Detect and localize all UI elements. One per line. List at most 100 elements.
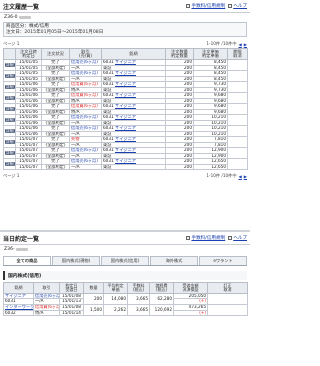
stock-code: 6031 [103, 92, 114, 98]
tab-foreign-stock[interactable]: 海外株式 [150, 256, 198, 265]
order-expiry [227, 136, 248, 149]
order-trade: 信用売(6ヶ月) [69, 114, 102, 121]
detail-button[interactable]: 詳細 [5, 161, 15, 166]
stock-name-link[interactable]: サイジニア [115, 160, 136, 164]
order-date-2: 15/01/06 [15, 108, 42, 116]
prev-page-button-bottom[interactable]: ◀ [239, 173, 242, 179]
prev-page-button[interactable]: ◀ [239, 41, 242, 47]
account-number: Z36-0 [0, 13, 250, 21]
order-date-2: 15/01/07 [15, 163, 42, 171]
detail-button-cell: 詳細 [3, 114, 16, 127]
tab-domestic-margin[interactable]: 国内株式(信用) [101, 256, 149, 265]
exec-date-2: 15/01/14 [59, 309, 84, 317]
executions-title: 当日約定一覧 [3, 235, 40, 243]
detail-button[interactable]: 詳細 [5, 62, 15, 67]
order-history-title-bar: 注文履歴一覧 手数料/信用規制 ヘルプ [0, 0, 250, 13]
stock-code: 6031 [103, 147, 114, 153]
order-date-2: 15/01/05 [15, 75, 42, 83]
order-expiry [227, 81, 248, 94]
order-history-links: 手数料/信用規制 ヘルプ [186, 3, 247, 9]
stock-code: 6031 [103, 136, 114, 142]
stock-name-link[interactable]: サイジニア [115, 105, 136, 109]
executions-table: 銘柄 取引 約定日 受渡日 数量 平均約定 単価 手数料 (税込) 諸経費 (税込) 受… [3, 282, 248, 317]
order-expiry [227, 92, 248, 105]
detail-button[interactable]: 詳細 [5, 117, 15, 122]
detail-button[interactable]: 詳細 [5, 106, 15, 111]
condition-date-range: 注文日：2015年01月05日～2015年01月08日 [6, 30, 104, 35]
masked-account-digits [18, 15, 31, 19]
stock-name-link[interactable]: サイジニア [115, 127, 136, 131]
order-date-2: 15/01/06 [15, 119, 42, 127]
order-expiry [227, 59, 248, 72]
tab-ewarrant[interactable]: eワラント [199, 256, 247, 265]
exec-cost: 62,280 [149, 292, 174, 306]
detail-button[interactable]: 詳細 [5, 139, 15, 144]
order-date: 15/01/05 [15, 59, 42, 66]
help-icon [228, 236, 233, 240]
detail-button[interactable]: 詳細 [5, 84, 15, 89]
exec-stock-link[interactable]: サイジニア [5, 294, 26, 298]
tab-domestic-cash[interactable]: 国内株式(現物) [52, 256, 100, 265]
exec-stock-link[interactable]: インターワークス [5, 305, 33, 309]
order-status-2: (全部約定) [41, 86, 70, 94]
order-expiry [227, 103, 248, 116]
col2-amount: 受渡金額 決済損益 [173, 282, 208, 294]
fee-regulation-link-2[interactable]: 手数料/信用規制 [186, 235, 225, 241]
next-page-button[interactable]: ▶ [244, 41, 247, 47]
masked-account-digits-2 [15, 248, 28, 251]
col-trade: 取引 (売/買) [69, 47, 102, 61]
exec-pl: (+) [173, 309, 208, 317]
order-trade: 信用売(6ヶ月) [69, 158, 102, 165]
order-history-title: 注文履歴一覧 [3, 3, 40, 11]
exec-price: 14,080 [103, 292, 128, 306]
exec-cost: 120,692 [149, 303, 174, 317]
tab-all-products[interactable]: 全ての商品 [3, 256, 51, 265]
fee-regulation-link[interactable]: 手数料/信用規制 [186, 3, 225, 9]
window-icon [186, 236, 191, 240]
exec-cancel [207, 292, 248, 306]
exec-cancel [207, 303, 248, 317]
exec-stock-name: インターワークス [3, 304, 34, 311]
col-status: 注文状況 [41, 47, 70, 61]
order-date-2: 15/01/06 [15, 130, 42, 138]
stock-name-link[interactable]: サイジニア [115, 116, 136, 120]
order-status-2: (全部約定) [41, 108, 70, 116]
order-status-2: (全部約定) [41, 75, 70, 83]
detail-button[interactable]: 詳細 [5, 150, 15, 155]
detail-button[interactable]: 詳細 [5, 95, 15, 100]
stock-name-link[interactable]: サイジニア [115, 61, 136, 65]
order-trade-2: 一/A [69, 163, 102, 171]
order-status-2: (全部約定) [41, 152, 70, 160]
order-date: 15/01/06 [15, 103, 42, 110]
detail-button[interactable]: 詳細 [5, 128, 15, 133]
page-label-bottom: ページ 1 [3, 173, 20, 179]
exec-fee: 3,665 [127, 303, 150, 317]
page-count-bottom: 1-10件 /10件中 [206, 173, 237, 179]
stock-name-link[interactable]: サイジニア [115, 72, 136, 76]
order-date: 15/01/06 [15, 125, 42, 132]
col2-trade: 取引 [33, 282, 60, 294]
detail-button[interactable]: 詳細 [5, 73, 15, 78]
stock-name-link[interactable]: サイジニア [115, 138, 136, 142]
order-expiry [227, 158, 248, 171]
order-table-header: 注文日時 約定日 注文状況 取引 (売/買) 銘柄 注文数量 約定数量 注文単価 約定単… [3, 47, 248, 61]
order-status-2: (全部約定) [41, 119, 70, 127]
exec-trade-2: 特/A [33, 309, 60, 317]
order-date: 15/01/06 [15, 114, 42, 121]
stock-name-link[interactable]: サイジニア [115, 149, 136, 153]
stock-name-link[interactable]: サイジニア [115, 83, 136, 87]
order-trade: 信用売(6ヶ月) [69, 59, 102, 66]
stock-code: 6031 [103, 158, 114, 164]
detail-button-cell: 詳細 [3, 158, 16, 171]
search-conditions: 商品区分：株式/信用 注文日：2015年01月05日～2015年01月08日 [3, 22, 247, 37]
order-trade: 信用買(6ヶ月) [69, 92, 102, 99]
executions-title-bar: 当日約定一覧 手数料/信用規制 ヘルプ [0, 232, 250, 245]
stock-name-link[interactable]: サイジニア [115, 94, 136, 98]
col2-stock: 銘柄 [3, 282, 34, 294]
help-link[interactable]: ヘルプ [228, 3, 247, 9]
order-status-2: (全部約定) [41, 97, 70, 105]
executions-links: 手数料/信用規制 ヘルプ [186, 235, 247, 241]
help-link-2[interactable]: ヘルプ [228, 235, 247, 241]
next-page-button-bottom[interactable]: ▶ [244, 173, 247, 179]
detail-button-cell: 詳細 [3, 125, 16, 138]
